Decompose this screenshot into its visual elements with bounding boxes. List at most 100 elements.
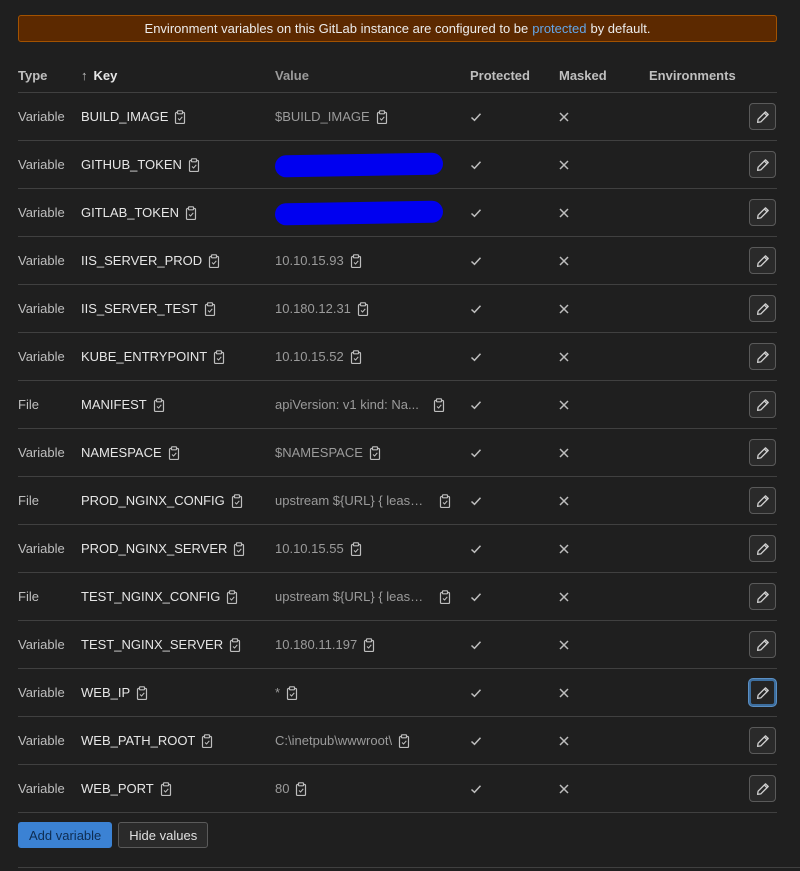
copy-key-icon[interactable] <box>185 205 197 220</box>
copy-key-icon[interactable] <box>204 301 216 316</box>
actions-cell <box>746 151 776 178</box>
header-type[interactable]: Type <box>18 68 81 83</box>
variable-key: TEST_NGINX_CONFIG <box>81 589 221 604</box>
edit-variable-button[interactable] <box>749 439 776 466</box>
actions-cell <box>746 727 776 754</box>
copy-value-icon[interactable] <box>439 493 451 508</box>
variable-value-cell: 10.10.15.52 <box>275 349 470 364</box>
copy-value-icon[interactable] <box>295 781 307 796</box>
copy-key-icon[interactable] <box>160 781 172 796</box>
copy-value-icon[interactable] <box>376 109 388 124</box>
edit-variable-button[interactable] <box>749 343 776 370</box>
table-row: Variable GITLAB_TOKEN <box>18 189 777 237</box>
variable-value-cell: C:\inetpub\wwwroot\ <box>275 733 470 748</box>
variable-value-cell: apiVersion: v1 kind: Na... <box>275 397 470 412</box>
hide-values-button[interactable]: Hide values <box>118 822 209 848</box>
copy-key-icon[interactable] <box>229 637 241 652</box>
copy-value-icon[interactable] <box>350 349 362 364</box>
copy-value-icon[interactable] <box>363 637 375 652</box>
variable-type: Variable <box>18 109 65 124</box>
edit-variable-button[interactable] <box>749 391 776 418</box>
variable-value-cell: $NAMESPACE <box>275 445 470 460</box>
edit-variable-button[interactable] <box>749 199 776 226</box>
variable-key-cell: MANIFEST <box>81 397 275 412</box>
edit-variable-button[interactable] <box>749 103 776 130</box>
variable-key-cell: TEST_NGINX_CONFIG <box>81 589 275 604</box>
copy-key-icon[interactable] <box>136 685 148 700</box>
protected-check-icon <box>470 112 559 122</box>
pencil-icon <box>756 686 770 700</box>
pencil-icon <box>756 542 770 556</box>
copy-key-icon[interactable] <box>231 493 243 508</box>
edit-variable-button[interactable] <box>749 247 776 274</box>
masked-close-icon <box>559 687 649 698</box>
masked-close-icon <box>559 351 649 362</box>
variable-key: NAMESPACE <box>81 445 162 460</box>
copy-value-icon[interactable] <box>357 301 369 316</box>
copy-value-icon[interactable] <box>350 253 362 268</box>
copy-key-icon[interactable] <box>208 253 220 268</box>
protected-link[interactable]: protected <box>532 21 586 36</box>
variable-value-cell: $BUILD_IMAGE <box>275 109 470 124</box>
variable-key: WEB_IP <box>81 685 131 700</box>
variables-table: Type ↑ Key Value Protected Masked Enviro… <box>18 58 777 813</box>
edit-variable-button[interactable] <box>749 583 776 610</box>
masked-close-icon <box>559 159 649 170</box>
pencil-icon <box>756 494 770 508</box>
copy-key-icon[interactable] <box>201 733 213 748</box>
copy-value-icon[interactable] <box>369 445 381 460</box>
value-text: upstream ${URL} { least_... <box>275 589 425 604</box>
table-row: File PROD_NGINX_CONFIG upstream ${URL} { l… <box>18 477 777 525</box>
redacted-value <box>274 152 444 177</box>
copy-value-icon[interactable] <box>350 541 362 556</box>
table-body: Variable BUILD_IMAGE $BUILD_IMAGE Variable G… <box>18 93 777 813</box>
edit-variable-button[interactable] <box>749 631 776 658</box>
masked-close-icon <box>559 783 649 794</box>
add-variable-button[interactable]: Add variable <box>18 822 113 848</box>
copy-key-icon[interactable] <box>188 157 200 172</box>
actions-cell <box>746 775 776 802</box>
table-row: Variable WEB_IP * <box>18 669 777 717</box>
copy-key-icon[interactable] <box>226 589 238 604</box>
edit-variable-button[interactable] <box>749 727 776 754</box>
edit-variable-button[interactable] <box>749 295 776 322</box>
copy-value-icon[interactable] <box>286 685 298 700</box>
variable-value-cell <box>274 200 470 225</box>
table-header: Type ↑ Key Value Protected Masked Enviro… <box>18 58 777 93</box>
variable-key: PROD_NGINX_CONFIG <box>81 493 225 508</box>
sort-arrow-up-icon: ↑ <box>81 67 88 83</box>
edit-variable-button[interactable] <box>749 487 776 514</box>
copy-value-icon[interactable] <box>398 733 410 748</box>
table-row: Variable WEB_PORT 80 <box>18 765 777 813</box>
variable-value-cell <box>274 152 470 177</box>
copy-key-icon[interactable] <box>174 109 186 124</box>
copy-key-icon[interactable] <box>233 541 245 556</box>
variable-type: Variable <box>18 541 65 556</box>
edit-variable-button[interactable] <box>749 775 776 802</box>
protected-check-icon <box>470 784 559 794</box>
edit-variable-button[interactable] <box>749 679 776 706</box>
header-key[interactable]: ↑ Key <box>81 68 275 83</box>
variable-type: Variable <box>18 253 65 268</box>
copy-value-icon[interactable] <box>433 397 445 412</box>
copy-key-icon[interactable] <box>213 349 225 364</box>
masked-close-icon <box>559 495 649 506</box>
variable-key: IIS_SERVER_TEST <box>81 301 198 316</box>
protected-check-icon <box>470 448 559 458</box>
copy-value-icon[interactable] <box>439 589 451 604</box>
pencil-icon <box>756 590 770 604</box>
copy-key-icon[interactable] <box>153 397 165 412</box>
protected-check-icon <box>470 688 559 698</box>
actions-cell <box>746 103 776 130</box>
edit-variable-button[interactable] <box>749 151 776 178</box>
copy-key-icon[interactable] <box>168 445 180 460</box>
variable-key: PROD_NGINX_SERVER <box>81 541 228 556</box>
variable-value-cell: 80 <box>275 781 470 796</box>
masked-close-icon <box>559 111 649 122</box>
masked-close-icon <box>559 735 649 746</box>
protected-check-icon <box>470 496 559 506</box>
table-row: Variable IIS_SERVER_PROD 10.10.15.93 <box>18 237 777 285</box>
variable-value-cell: 10.180.11.197 <box>275 637 470 652</box>
variable-type: Variable <box>18 445 65 460</box>
edit-variable-button[interactable] <box>749 535 776 562</box>
